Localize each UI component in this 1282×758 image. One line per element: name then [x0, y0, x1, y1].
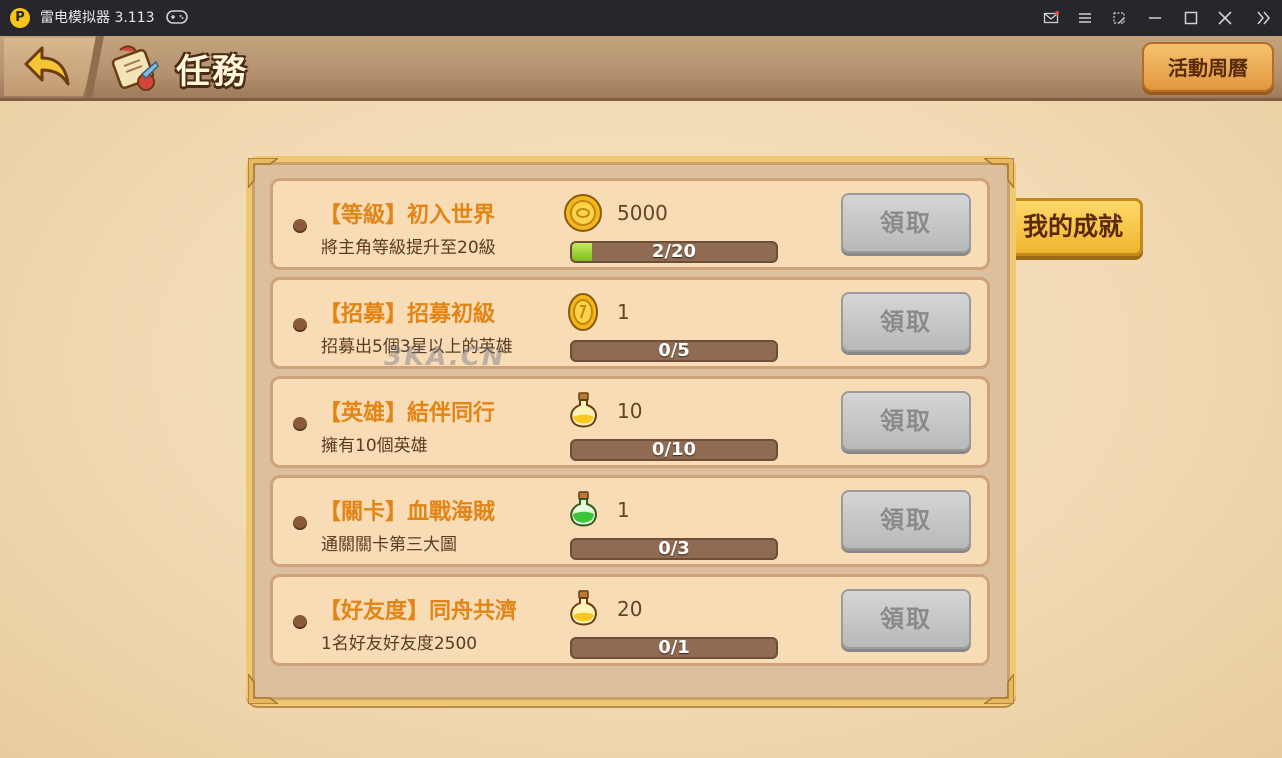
reward-amount: 10	[617, 399, 643, 423]
progress-bar: 0/3	[570, 538, 778, 560]
task-description: 將主角等級提升至20級	[321, 238, 496, 258]
close-icon[interactable]	[1208, 0, 1242, 36]
task-bullet	[293, 318, 307, 332]
back-arrow-icon[interactable]	[24, 44, 72, 88]
mail-icon[interactable]	[1034, 0, 1068, 36]
task-row: 【等級】初入世界 將主角等級提升至20級 5000 2/20 領取	[270, 178, 990, 270]
task-title: 【好友度】同舟共濟	[319, 599, 518, 624]
progress-text: 0/3	[658, 538, 690, 559]
progress-bar: 2/20	[570, 241, 778, 263]
reward-amount: 20	[617, 597, 643, 621]
progress-bar: 0/1	[570, 637, 778, 659]
expand-icon[interactable]	[1246, 0, 1280, 36]
gold-coin-icon	[564, 194, 602, 232]
claim-button[interactable]: 領取	[841, 490, 971, 550]
header-bar: 任務 活動周曆	[0, 36, 1282, 101]
progress-text: 2/20	[651, 241, 697, 262]
panel-corner-ornament	[984, 674, 1014, 704]
watermark: 3KA.CN	[384, 342, 506, 372]
emulator-title-bar: P 雷电模拟器 3.113	[0, 0, 1282, 36]
task-row: 【英雄】結伴同行 擁有10個英雄 10 0/10 領取	[270, 376, 990, 468]
task-row: 【招募】招募初級 招募出5個3星以上的英雄 1 0/5 領取	[270, 277, 990, 369]
yellow-potion-icon	[570, 392, 597, 428]
panel-corner-ornament	[248, 674, 278, 704]
recruit-coin-icon	[568, 293, 598, 331]
menu-icon[interactable]	[1068, 0, 1102, 36]
task-title: 【等級】初入世界	[319, 203, 496, 228]
task-title: 【關卡】血戰海賊	[319, 500, 496, 525]
maximize-icon[interactable]	[1174, 0, 1208, 36]
task-bullet	[293, 417, 307, 431]
game-screen: 任務 活動周曆 我的成就 【等級】初入世界 將主角等級提升至20級 5000 2…	[0, 36, 1282, 758]
task-bullet	[293, 516, 307, 530]
task-description: 1名好友好友度2500	[321, 634, 478, 654]
activity-calendar-button[interactable]: 活動周曆	[1142, 42, 1274, 92]
task-description: 擁有10個英雄	[321, 436, 428, 456]
reward-amount: 1	[617, 300, 630, 324]
progress-bar: 0/5	[570, 340, 778, 362]
app-title: 雷电模拟器 3.113	[40, 10, 155, 26]
app-logo: P	[10, 8, 30, 28]
task-bullet	[293, 615, 307, 629]
claim-button[interactable]: 領取	[841, 193, 971, 253]
screen-icon[interactable]	[1102, 0, 1136, 36]
my-achievements-button[interactable]: 我的成就	[1003, 198, 1143, 256]
reward-amount: 5000	[617, 201, 668, 225]
task-row: 【關卡】血戰海賊 通關關卡第三大圖 1 0/3 領取	[270, 475, 990, 567]
progress-text: 0/1	[658, 637, 690, 658]
yellow-potion-icon	[570, 590, 597, 626]
task-description: 通關關卡第三大圖	[321, 535, 457, 555]
green-potion-icon	[570, 491, 597, 527]
claim-button[interactable]: 領取	[841, 292, 971, 352]
progress-bar: 0/10	[570, 439, 778, 461]
gamepad-icon[interactable]	[166, 9, 188, 25]
progress-text: 0/5	[658, 340, 690, 361]
claim-button[interactable]: 領取	[841, 391, 971, 451]
task-row: 【好友度】同舟共濟 1名好友好友度2500 20 0/1 領取	[270, 574, 990, 666]
progress-text: 0/10	[651, 439, 697, 460]
task-bullet	[293, 219, 307, 233]
reward-amount: 1	[617, 498, 630, 522]
claim-button[interactable]: 領取	[841, 589, 971, 649]
page-title: 任務	[176, 52, 248, 92]
scroll-quest-icon	[111, 45, 159, 91]
task-title: 【招募】招募初級	[319, 302, 496, 327]
task-title: 【英雄】結伴同行	[319, 401, 496, 426]
minimize-icon[interactable]	[1138, 0, 1172, 36]
